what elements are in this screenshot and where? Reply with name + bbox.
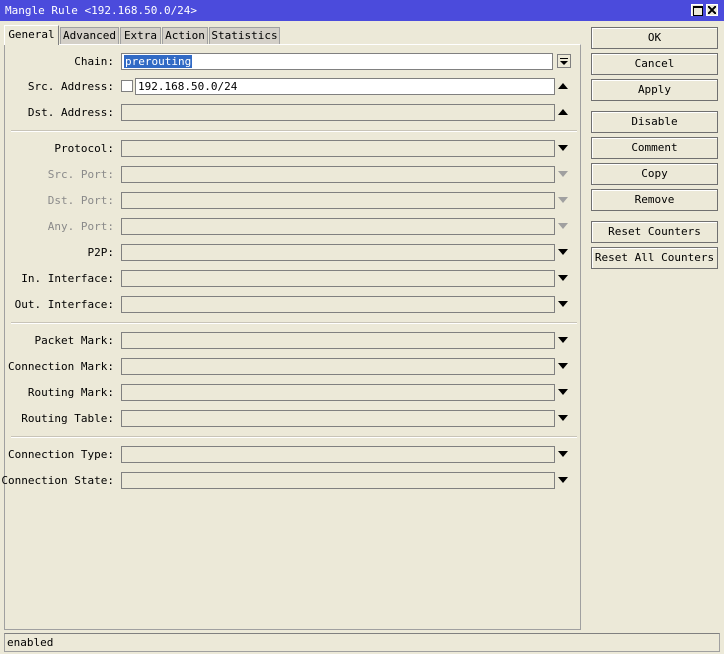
routing-mark-label: Routing Mark: xyxy=(27,386,114,399)
any-port-row: Any. Port: xyxy=(5,218,582,235)
disable-button[interactable]: Disable xyxy=(591,111,718,133)
packet-mark-field[interactable] xyxy=(121,332,555,349)
protocol-row: Protocol: xyxy=(5,140,582,157)
reset-counters-button[interactable]: Reset Counters xyxy=(591,221,718,243)
tab-advanced[interactable]: Advanced xyxy=(60,27,119,44)
general-panel: Chain: prerouting Src. Address: 192.168.… xyxy=(1,44,582,630)
in-interface-field[interactable] xyxy=(121,270,555,287)
out-interface-label: Out. Interface: xyxy=(14,298,114,311)
p2p-field[interactable] xyxy=(121,244,555,261)
dropdown-arrow-icon[interactable] xyxy=(558,389,568,395)
connection-mark-row: Connection Mark: xyxy=(5,358,582,375)
src-address-row: Src. Address: 192.168.50.0/24 xyxy=(5,78,582,95)
connection-state-field[interactable] xyxy=(121,472,555,489)
remove-button[interactable]: Remove xyxy=(591,189,718,211)
in-interface-row: In. Interface: xyxy=(5,270,582,287)
src-address-value: 192.168.50.0/24 xyxy=(138,80,238,93)
chain-dropdown-icon[interactable] xyxy=(557,54,571,68)
chain-label: Chain: xyxy=(74,55,114,68)
connection-state-row: Connection State: xyxy=(1,472,582,489)
tab-action[interactable]: Action xyxy=(162,27,208,44)
src-address-negate-checkbox[interactable] xyxy=(121,80,133,92)
connection-type-row: Connection Type: xyxy=(5,446,582,463)
any-port-label: Any. Port: xyxy=(47,220,114,233)
chain-field[interactable]: prerouting xyxy=(121,53,553,70)
routing-table-field[interactable] xyxy=(121,410,555,427)
tab-statistics[interactable]: Statistics xyxy=(209,27,280,44)
comment-button[interactable]: Comment xyxy=(591,137,718,159)
connection-state-label: Connection State: xyxy=(1,474,114,487)
dropdown-arrow-icon[interactable] xyxy=(558,337,568,343)
dropdown-arrow-icon[interactable] xyxy=(558,477,568,483)
dst-port-row: Dst. Port: xyxy=(5,192,582,209)
dropdown-arrow-icon[interactable] xyxy=(558,415,568,421)
close-icon[interactable] xyxy=(706,4,718,16)
dropdown-arrow-icon xyxy=(558,197,568,203)
connection-mark-field[interactable] xyxy=(121,358,555,375)
dropdown-arrow-icon[interactable] xyxy=(558,275,568,281)
status-bar: enabled xyxy=(4,633,720,652)
collapse-up-icon[interactable] xyxy=(558,83,568,89)
maximize-icon[interactable] xyxy=(691,4,703,16)
src-address-field[interactable]: 192.168.50.0/24 xyxy=(135,78,555,95)
window-title: Mangle Rule <192.168.50.0/24> xyxy=(5,4,198,17)
status-text: enabled xyxy=(7,636,54,649)
dst-address-label: Dst. Address: xyxy=(27,106,114,119)
dropdown-arrow-icon[interactable] xyxy=(558,363,568,369)
ok-button[interactable]: OK xyxy=(591,27,718,49)
src-port-row: Src. Port: xyxy=(5,166,582,183)
protocol-label: Protocol: xyxy=(54,142,114,155)
any-port-field xyxy=(121,218,555,235)
title-bar[interactable]: Mangle Rule <192.168.50.0/24> xyxy=(0,0,724,21)
dropdown-arrow-icon[interactable] xyxy=(558,145,568,151)
p2p-label: P2P: xyxy=(87,246,115,259)
dst-port-field xyxy=(121,192,555,209)
dropdown-arrow-icon[interactable] xyxy=(558,249,568,255)
tab-extra[interactable]: Extra xyxy=(120,27,161,44)
out-interface-row: Out. Interface: xyxy=(5,296,582,313)
cancel-button[interactable]: Cancel xyxy=(591,53,718,75)
dropdown-arrow-icon[interactable] xyxy=(558,301,568,307)
routing-table-label: Routing Table: xyxy=(21,412,114,425)
dst-port-label: Dst. Port: xyxy=(47,194,114,207)
tab-general[interactable]: General xyxy=(4,25,59,45)
dropdown-arrow-icon xyxy=(558,171,568,177)
copy-button[interactable]: Copy xyxy=(591,163,718,185)
src-port-label: Src. Port: xyxy=(47,168,114,181)
routing-mark-row: Routing Mark: xyxy=(5,384,582,401)
out-interface-field[interactable] xyxy=(121,296,555,313)
connection-type-label: Connection Type: xyxy=(8,448,114,461)
collapse-up-icon[interactable] xyxy=(558,109,568,115)
protocol-field[interactable] xyxy=(121,140,555,157)
divider xyxy=(11,436,577,438)
chain-value: prerouting xyxy=(124,55,193,68)
dropdown-arrow-icon[interactable] xyxy=(558,451,568,457)
apply-button[interactable]: Apply xyxy=(591,79,718,101)
src-address-label: Src. Address: xyxy=(27,80,114,93)
dst-address-field[interactable] xyxy=(121,104,555,121)
chain-row: Chain: prerouting xyxy=(5,53,582,70)
connection-mark-label: Connection Mark: xyxy=(8,360,114,373)
divider xyxy=(11,130,577,132)
src-port-field xyxy=(121,166,555,183)
dst-address-row: Dst. Address: xyxy=(5,104,582,121)
dropdown-arrow-icon xyxy=(558,223,568,229)
reset-all-counters-button[interactable]: Reset All Counters xyxy=(591,247,718,269)
connection-type-field[interactable] xyxy=(121,446,555,463)
routing-table-row: Routing Table: xyxy=(5,410,582,427)
routing-mark-field[interactable] xyxy=(121,384,555,401)
p2p-row: P2P: xyxy=(5,244,582,261)
packet-mark-row: Packet Mark: xyxy=(5,332,582,349)
packet-mark-label: Packet Mark: xyxy=(34,334,114,347)
in-interface-label: In. Interface: xyxy=(21,272,114,285)
divider xyxy=(11,322,577,324)
